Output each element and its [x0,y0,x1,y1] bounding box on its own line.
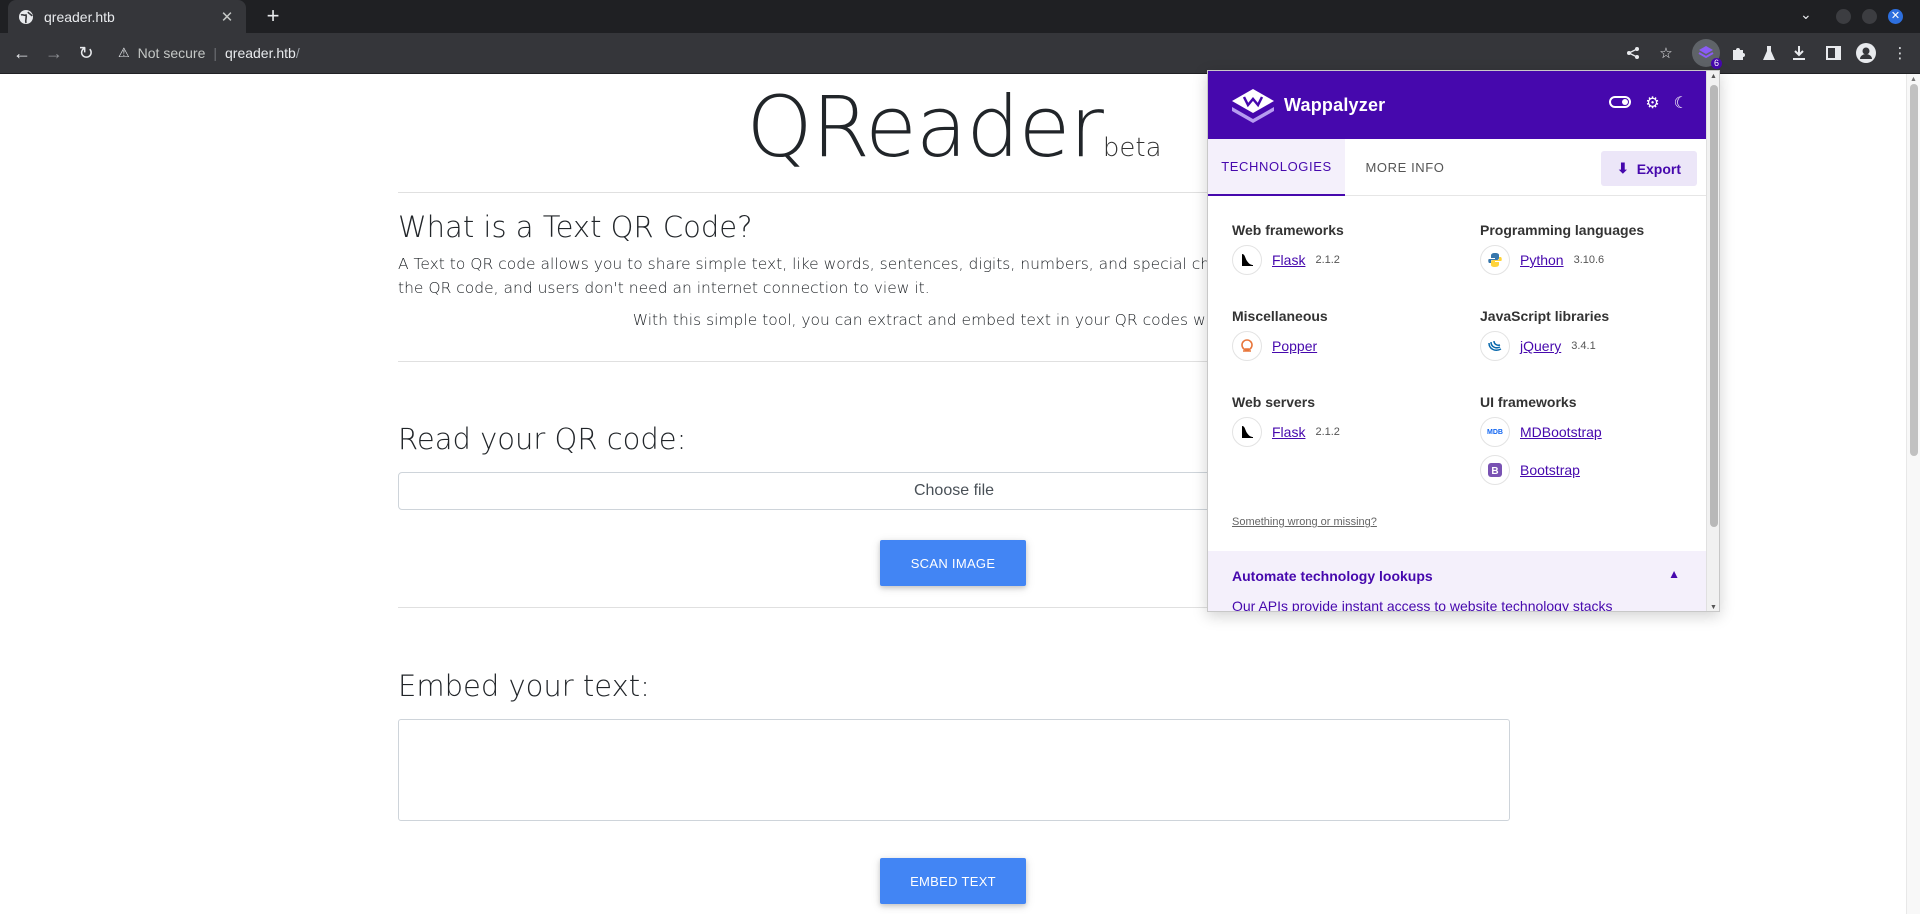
technology-item: Flask 2.1.2 [1232,244,1340,276]
technology-item: MDB MDBootstrap [1480,416,1602,448]
category-title: Web servers [1232,394,1316,410]
new-tab-button[interactable]: + [260,4,286,30]
forward-arrow-icon[interactable]: → [42,41,66,65]
chevron-up-icon[interactable]: ▲ [1668,567,1680,581]
jquery-icon [1480,331,1510,361]
page-title: QReader [746,78,1103,176]
address-bar[interactable]: ⚠ Not secure | qreader.htb / [108,38,1682,68]
warning-icon: ⚠ [118,45,130,60]
lab-flask-icon[interactable] [1758,42,1780,64]
wappalyzer-brand: Wappalyzer [1284,94,1386,115]
technology-version: 2.1.2 [1315,254,1340,266]
embed-text-button[interactable]: EMBED TEXT [880,858,1026,904]
flask-icon [1232,417,1262,447]
technology-link[interactable]: Popper [1272,338,1317,354]
popup-scrollbar[interactable]: ▲ ▼ [1706,71,1719,611]
technology-version: 3.4.1 [1571,340,1596,352]
reload-icon[interactable]: ↻ [74,41,98,65]
wappalyzer-header: Wappalyzer ⚙ ☾ [1208,71,1706,139]
technology-count-badge: 6 [1710,58,1722,69]
toggle-icon[interactable] [1609,96,1632,108]
globe-icon [18,9,34,25]
close-window-button[interactable]: ✕ [1888,9,1903,24]
browser-toolbar: ← → ↻ ⚠ Not secure | qreader.htb / ☆ 6 ⋮ [0,33,1920,74]
url-path: / [295,45,300,61]
extensions-puzzle-icon[interactable] [1727,42,1749,64]
download-icon: ⬇ [1616,160,1629,176]
minimize-button[interactable] [1836,9,1851,24]
omnibox-divider: | [213,45,217,61]
tab-more-info[interactable]: MORE INFO [1350,139,1460,196]
profile-avatar-icon[interactable] [1855,42,1877,64]
svg-text:B: B [1491,466,1498,477]
automate-text: Our APIs provide instant access to websi… [1232,598,1613,612]
automate-panel: Automate technology lookups ▲ Our APIs p… [1208,551,1706,612]
technology-item: B Bootstrap [1480,454,1580,486]
read-heading: Read your QR code: [398,422,687,456]
mdbootstrap-icon: MDB [1480,417,1510,447]
about-text-2: the QR code, and users don't need an int… [398,279,930,297]
technology-link[interactable]: Python [1520,252,1564,268]
scroll-down-icon[interactable]: ▼ [1710,604,1717,611]
about-text: A Text to QR code allows you to share si… [398,255,1313,273]
maximize-button[interactable] [1862,9,1877,24]
download-icon[interactable] [1788,42,1810,64]
wappalyzer-logo-icon [1232,89,1274,123]
embed-text-input[interactable] [398,719,1510,821]
popper-icon [1232,331,1262,361]
category-title: Web frameworks [1232,222,1344,238]
scroll-up-icon[interactable]: ▲ [1710,73,1717,80]
close-tab-icon[interactable]: ✕ [218,8,236,26]
export-button[interactable]: ⬇ Export [1601,151,1697,186]
category-title: Programming languages [1480,222,1645,238]
technology-link[interactable]: jQuery [1520,338,1561,354]
technology-item: Flask 2.1.2 [1232,416,1340,448]
wappalyzer-extension-icon[interactable]: 6 [1692,39,1722,69]
technology-item: Python 3.10.6 [1480,244,1604,276]
technology-link[interactable]: Flask [1272,424,1305,440]
browser-tab[interactable]: qreader.htb ✕ [8,0,246,33]
scan-image-button[interactable]: SCAN IMAGE [880,540,1026,586]
tab-bar: qreader.htb ✕ + ⌄ ✕ [0,0,1920,33]
technology-link[interactable]: Flask [1272,252,1305,268]
python-icon [1480,245,1510,275]
bookmark-star-icon[interactable]: ☆ [1655,42,1677,64]
browser-menu-icon[interactable]: ⋮ [1889,42,1911,64]
scroll-up-icon[interactable]: ▲ [1910,76,1917,83]
technology-item: Popper [1232,330,1317,362]
category-title: JavaScript libraries [1480,308,1610,324]
share-icon[interactable] [1622,42,1644,64]
automate-title[interactable]: Automate technology lookups [1232,568,1433,584]
bootstrap-icon: B [1480,455,1510,485]
category-title: UI frameworks [1480,394,1577,410]
beta-label: beta [1102,133,1162,163]
something-wrong-link[interactable]: Something wrong or missing? [1232,516,1377,528]
back-arrow-icon[interactable]: ← [10,41,34,65]
security-status[interactable]: Not secure [138,45,206,61]
technology-link[interactable]: Bootstrap [1520,462,1580,478]
embed-heading: Embed your text: [398,669,650,703]
technology-version: 3.10.6 [1573,254,1605,266]
technology-item: jQuery 3.4.1 [1480,330,1596,362]
page-scrollbar[interactable]: ▲ [1906,74,1920,914]
category-title: Miscellaneous [1232,308,1328,324]
choose-file-label: Choose file [913,482,995,499]
wappalyzer-popup: Wappalyzer ⚙ ☾ TECHNOLOGIES MORE INFO ⬇ … [1207,70,1720,612]
settings-gear-icon[interactable]: ⚙ [1645,93,1659,113]
dark-mode-moon-icon[interactable]: ☾ [1674,93,1688,113]
tab-technologies[interactable]: TECHNOLOGIES [1208,139,1345,196]
export-label: Export [1636,160,1682,177]
tab-search-icon[interactable]: ⌄ [1800,6,1812,23]
tab-title: qreader.htb [44,8,115,25]
side-panel-icon[interactable] [1822,42,1844,64]
technology-version: 2.1.2 [1315,426,1340,438]
technology-link[interactable]: MDBootstrap [1520,424,1602,440]
scrollbar-thumb[interactable] [1910,84,1918,456]
flask-icon [1232,245,1262,275]
url-host: qreader.htb [225,45,296,61]
popup-scrollbar-thumb[interactable] [1710,85,1718,527]
